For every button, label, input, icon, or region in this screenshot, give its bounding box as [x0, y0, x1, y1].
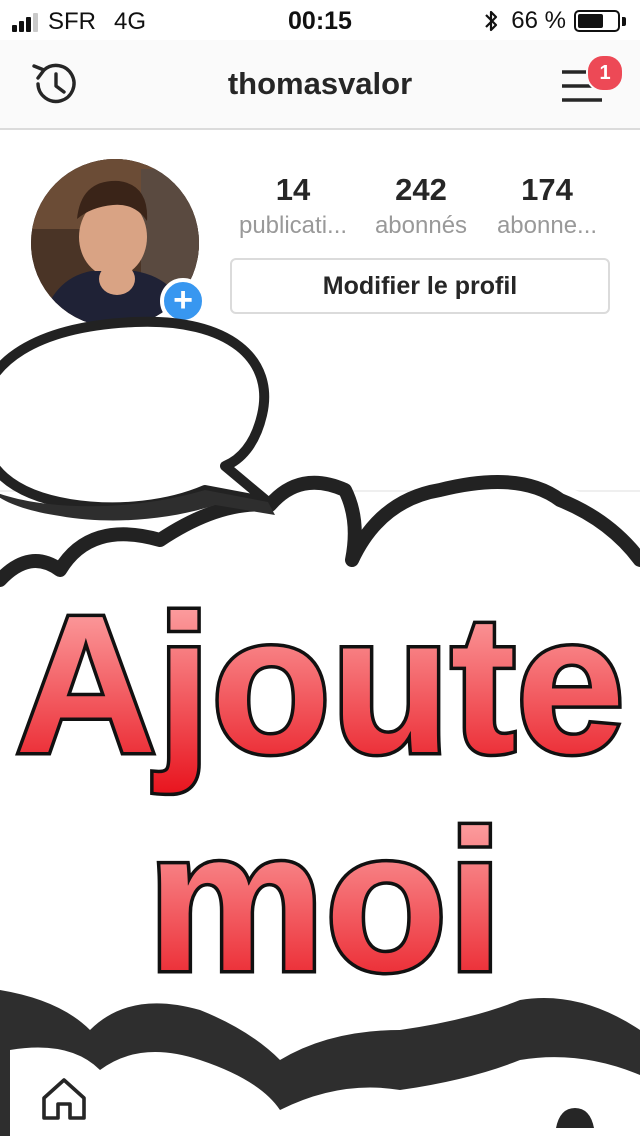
sticker-text-line1: Ajoute [15, 575, 625, 794]
speech-bubble [0, 316, 273, 513]
profile-tab-icon [556, 1108, 594, 1128]
home-icon [42, 1078, 86, 1120]
sticker-text-line2: moi [147, 790, 503, 1013]
tab-profile[interactable] [552, 1098, 598, 1128]
tab-home[interactable] [38, 1076, 90, 1122]
sticker-overlay: Ajoute moi [0, 316, 640, 1136]
